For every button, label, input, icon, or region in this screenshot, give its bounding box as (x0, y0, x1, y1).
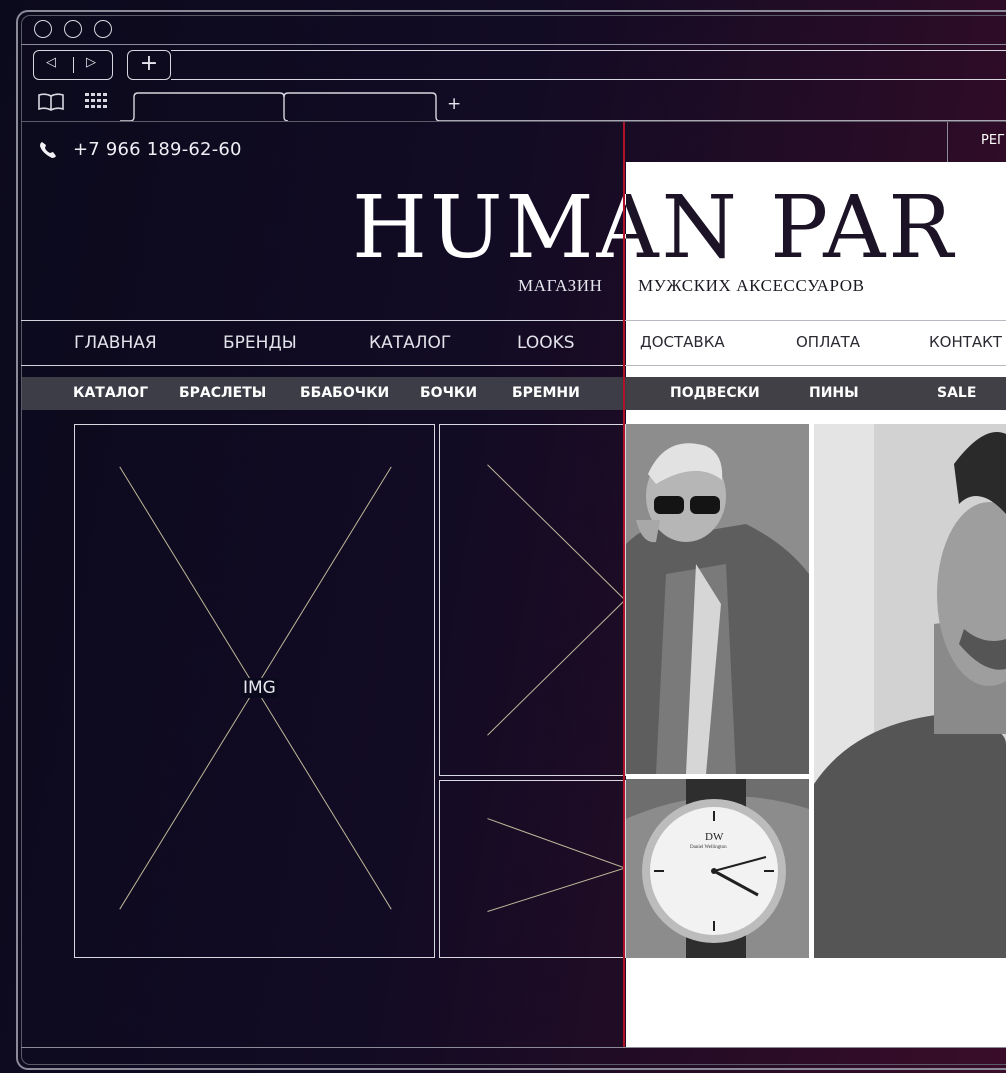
tagline-part-left: МАГАЗИН (518, 276, 603, 295)
site-logo-preview[interactable]: HUMAN PAR (626, 178, 956, 278)
window-minimize-icon[interactable] (64, 20, 82, 38)
add-tab-button[interactable]: + (447, 94, 461, 114)
toolbar-divider (21, 121, 1006, 122)
product-photo-watch[interactable]: DW Daniel Wellington (626, 779, 809, 958)
category-item[interactable]: БОЧКИ (420, 385, 477, 401)
image-placeholder-bottom-right (439, 780, 626, 958)
book-icon[interactable] (37, 92, 65, 112)
menu-item-catalog[interactable]: КАТАЛОГ (369, 333, 451, 353)
watch-brand: Daniel Wellington (690, 845, 727, 850)
topbar-divider (947, 122, 948, 162)
site-preview: HUMAN PAR МУЖСКИХ АКСЕССУАРОВ ДОСТАВКА О… (626, 162, 1006, 1048)
forward-icon[interactable]: ▷ (86, 55, 96, 70)
menu-item-brands[interactable]: БРЕНДЫ (223, 333, 297, 353)
register-link[interactable]: РЕГ (981, 133, 1005, 148)
back-icon[interactable]: ◁ (46, 55, 56, 70)
tab-strip (120, 92, 1006, 122)
footer-divider (21, 1047, 1006, 1048)
category-item[interactable]: ПИНЫ (809, 385, 859, 401)
preview-menu-bottom-border (626, 365, 1006, 366)
product-photo-man-sunglasses[interactable] (626, 424, 809, 774)
category-item[interactable]: БРЕМНИ (512, 385, 580, 401)
comparison-divider[interactable] (623, 122, 625, 1048)
new-window-button[interactable]: + (127, 50, 171, 80)
window-close-icon[interactable] (34, 20, 52, 38)
menu-item-contacts[interactable]: КОНТАКТ (929, 333, 1002, 351)
image-placeholder-large: IMG (74, 424, 435, 958)
menu-item-home[interactable]: ГЛАВНАЯ (74, 333, 157, 353)
window-maximize-icon[interactable] (94, 20, 112, 38)
titlebar-divider (21, 44, 1006, 45)
category-item[interactable]: SALE (937, 385, 976, 401)
history-buttons: ◁ ▷ (33, 50, 113, 80)
menu-item-payment[interactable]: ОПЛАТА (796, 333, 860, 351)
tagline-part-right: МУЖСКИХ АКСЕССУАРОВ (638, 276, 865, 295)
category-item[interactable]: КАТАЛОГ (73, 385, 148, 401)
image-placeholder-top-right (439, 424, 626, 776)
watch-logo: DW (705, 831, 724, 843)
product-photo-portrait[interactable] (814, 424, 1006, 958)
address-bar[interactable] (171, 50, 1006, 80)
category-item[interactable]: ПОДВЕСКИ (670, 385, 760, 401)
phone-icon (40, 142, 56, 158)
menu-item-delivery[interactable]: ДОСТАВКА (640, 333, 725, 351)
category-item[interactable]: БРАСЛЕТЫ (179, 385, 266, 401)
grid-icon[interactable] (84, 92, 108, 110)
category-item[interactable]: ББАБОЧКИ (300, 385, 389, 401)
menu-item-looks[interactable]: LOOKS (517, 333, 575, 353)
phone-number[interactable]: +7 966 189-62-60 (73, 139, 242, 160)
image-placeholder-label: IMG (241, 678, 278, 698)
preview-menu-top-border (626, 320, 1006, 321)
